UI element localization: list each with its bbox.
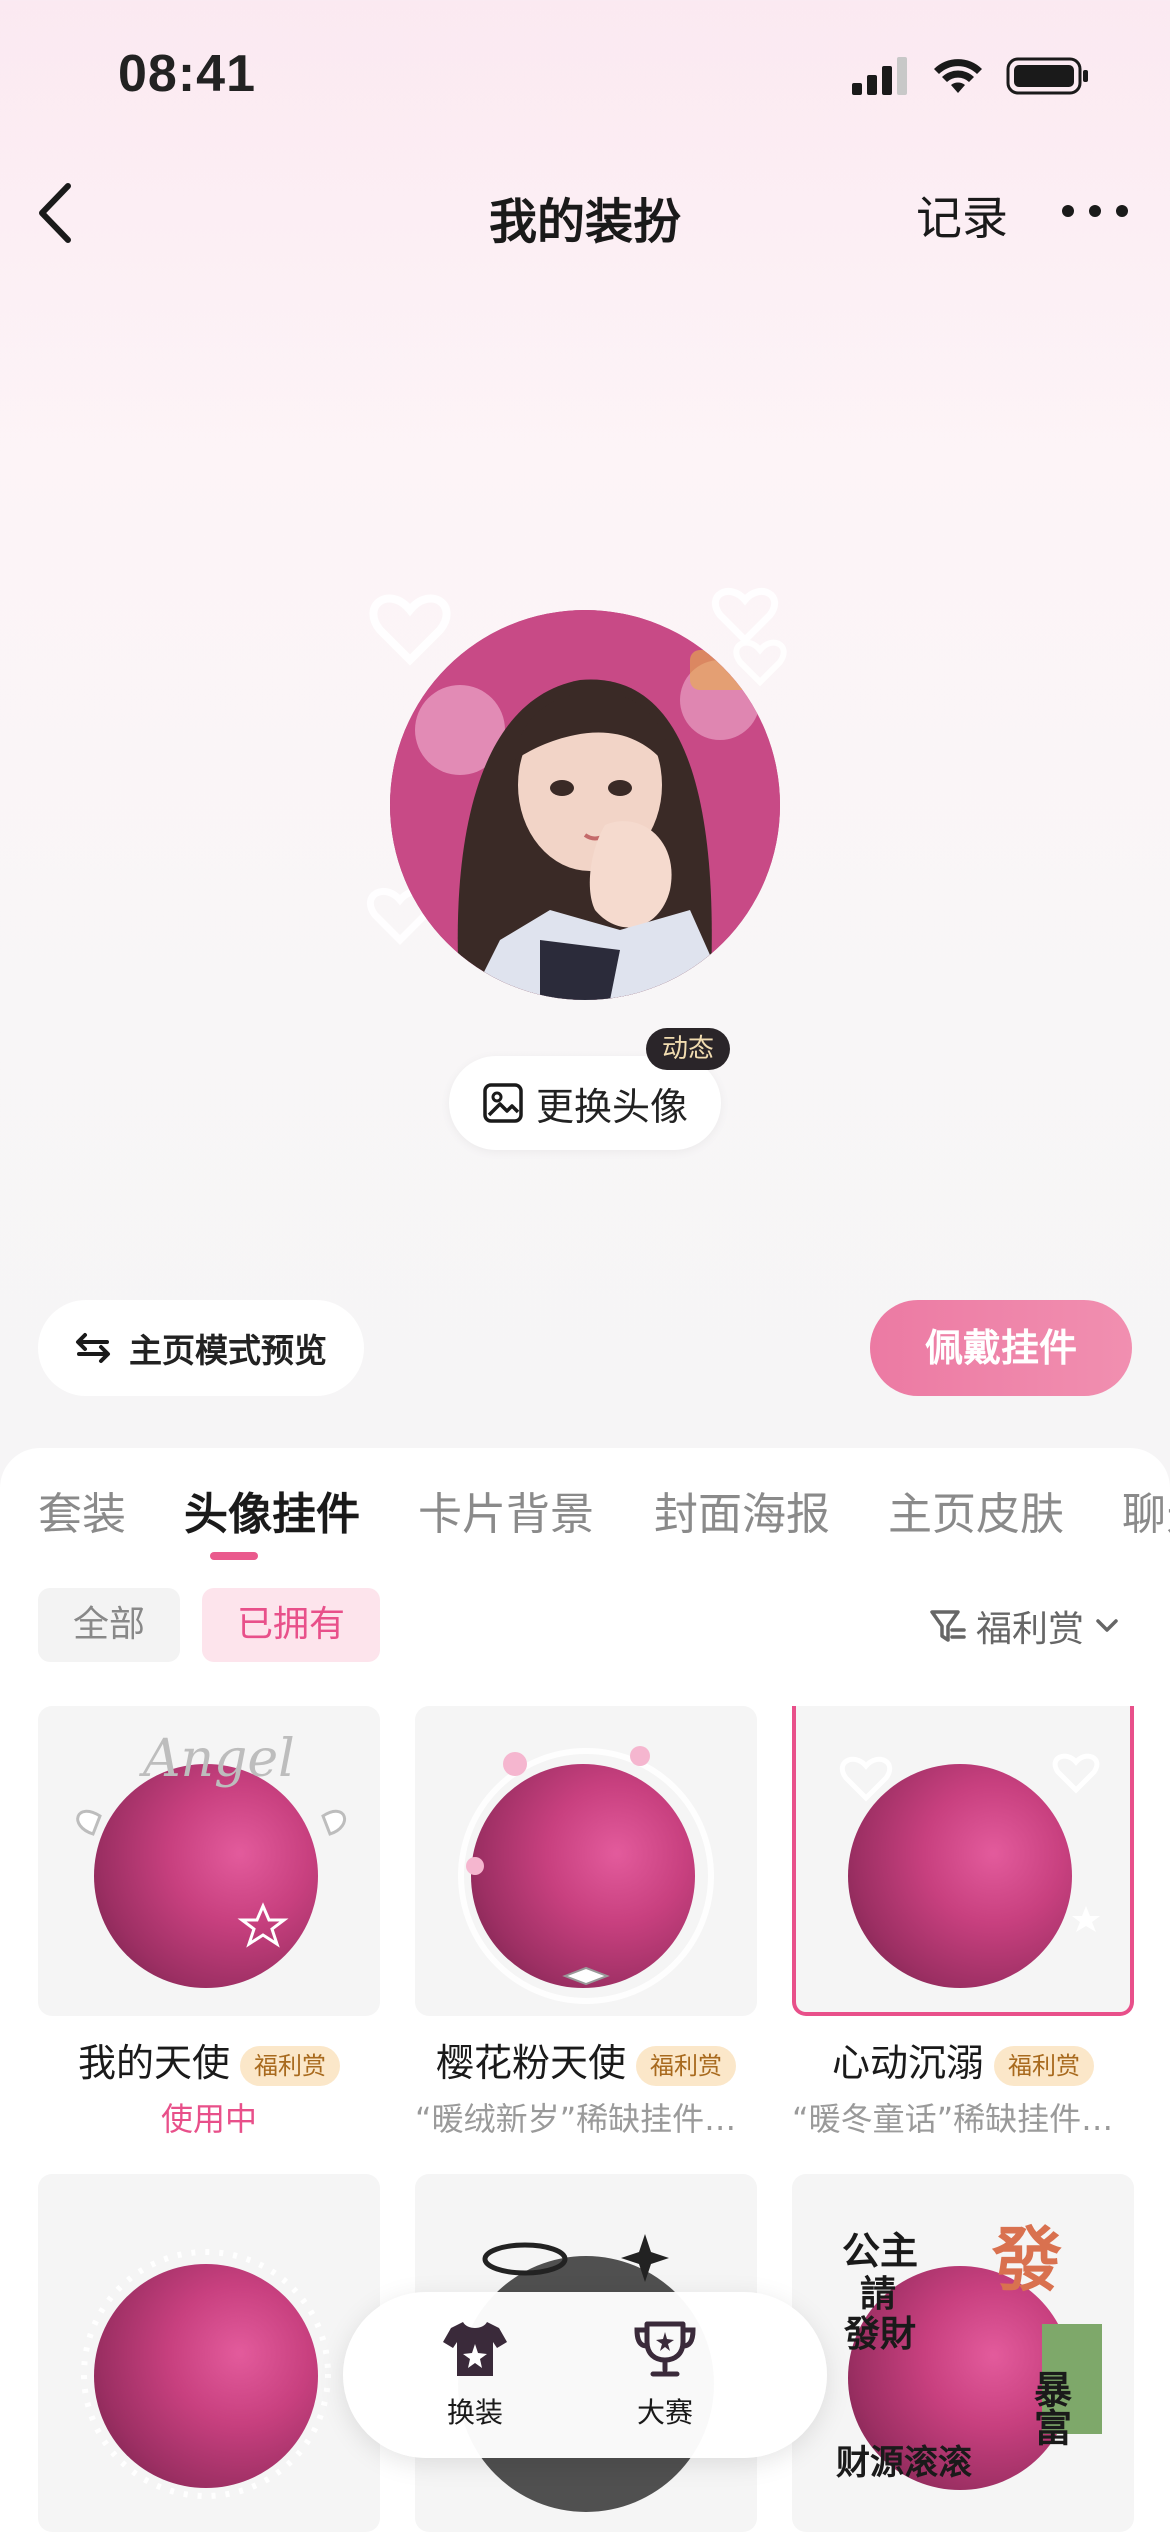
dress-up-label: 换装	[446, 2396, 503, 2429]
outfit-icon	[443, 2322, 507, 2376]
sort-label: 福利赏	[976, 1609, 1085, 1650]
pendant-name-heartbeat: 心动沉溺 福利赏	[792, 2032, 1134, 2087]
sort-dropdown[interactable]: 福利赏	[928, 1598, 1122, 1654]
fortune-text: 公主	[842, 2228, 918, 2273]
contest-tab[interactable]: 大赛	[595, 2320, 735, 2431]
nav-bar: 我的装扮 记录	[0, 160, 1170, 260]
active-tab-indicator	[210, 1552, 258, 1560]
filter-icon	[930, 1610, 966, 1642]
welfare-badge: 福利赏	[636, 2045, 736, 2086]
battery-icon	[1006, 57, 1088, 95]
in-use-status: 使用中	[160, 2100, 257, 2138]
more-dots-icon	[1062, 205, 1128, 217]
dress-up-tab[interactable]: 换装	[405, 2320, 545, 2431]
pendant-title: 心动沉溺	[831, 2041, 984, 2085]
homepage-preview-button[interactable]: 主页模式预览	[38, 1300, 364, 1396]
fortune-text: 暴富	[1028, 2370, 1073, 2446]
swap-arrows-icon	[76, 1333, 110, 1363]
fortune-text: 财源滚滚	[836, 2443, 972, 2483]
pendant-subtitle: “暖绒新岁”稀缺挂件…	[415, 2100, 737, 2138]
fortune-text: 請	[860, 2273, 896, 2315]
tab-suit[interactable]: 套装	[38, 1478, 126, 1542]
tab-card-background[interactable]: 卡片背景	[418, 1478, 594, 1542]
pendant-name-sakura: 樱花粉天使 福利赏	[415, 2032, 757, 2087]
chevron-down-icon	[1096, 1619, 1118, 1632]
welfare-badge: 福利赏	[994, 2045, 1094, 2086]
filter-owned[interactable]: 已拥有	[202, 1588, 380, 1662]
image-icon	[483, 1083, 523, 1123]
avatar-image[interactable]	[390, 610, 780, 1000]
records-link[interactable]: 记录	[916, 182, 1008, 248]
tab-homepage-skin[interactable]: 主页皮肤	[888, 1478, 1064, 1542]
contest-label: 大赛	[636, 2396, 693, 2429]
tab-avatar-pendant[interactable]: 头像挂件	[184, 1478, 360, 1542]
pendant-card-sakura-angel[interactable]	[415, 1706, 757, 2016]
angel-wings-decoration: Angel	[76, 1729, 347, 1948]
pendant-name-angel: 我的天使 福利赏	[38, 2032, 380, 2087]
fortune-text: 發財	[843, 2313, 916, 2355]
cellular-signal-icon	[852, 57, 907, 95]
change-avatar-button[interactable]: 更换头像	[449, 1056, 721, 1150]
floating-tab-bar: 换装 大赛	[343, 2292, 827, 2458]
sakura-frame-decoration	[458, 1746, 714, 2004]
wear-pendant-button[interactable]: 佩戴挂件	[870, 1300, 1132, 1396]
filter-all[interactable]: 全部	[38, 1588, 180, 1662]
sparkle-frame-decoration	[81, 2249, 331, 2499]
tab-cover-poster[interactable]: 封面海报	[654, 1478, 830, 1542]
tab-chat[interactable]: 聊天	[1122, 1478, 1170, 1542]
homepage-preview-label: 主页模式预览	[129, 1331, 327, 1370]
portrait-illustration	[390, 610, 780, 1000]
more-button[interactable]	[1060, 196, 1130, 226]
pendant-card-angel[interactable]: Angel	[38, 1706, 380, 2016]
status-time: 08:41	[118, 45, 256, 103]
pendant-card-heartbeat[interactable]	[792, 1706, 1134, 2016]
status-bar: 08:41	[0, 0, 1170, 150]
status-icons	[852, 56, 1090, 96]
change-avatar-label: 更换头像	[535, 1084, 688, 1129]
pendant-card-sparkle[interactable]	[38, 2174, 380, 2532]
pendant-title: 樱花粉天使	[435, 2041, 626, 2085]
trophy-icon	[634, 2321, 696, 2377]
wifi-icon	[934, 59, 982, 93]
pendant-title: 我的天使	[77, 2041, 230, 2085]
pendant-subtitle: “暖冬童话”稀缺挂件…	[792, 2100, 1114, 2138]
pendant-card-fortune[interactable]: 公主 請 發財 發 暴富 财源滚滚	[792, 2174, 1134, 2532]
angel-script: Angel	[139, 1729, 295, 1789]
dynamic-badge: 动态	[646, 1028, 731, 1070]
fortune-text: 發	[991, 2218, 1062, 2301]
welfare-badge: 福利赏	[240, 2045, 340, 2086]
avatar-preview	[360, 570, 810, 1020]
heart-frame-decoration	[839, 1753, 1100, 1932]
fortune-frame-decoration: 公主 請 發財 發 暴富 财源滚滚	[836, 2218, 1102, 2483]
